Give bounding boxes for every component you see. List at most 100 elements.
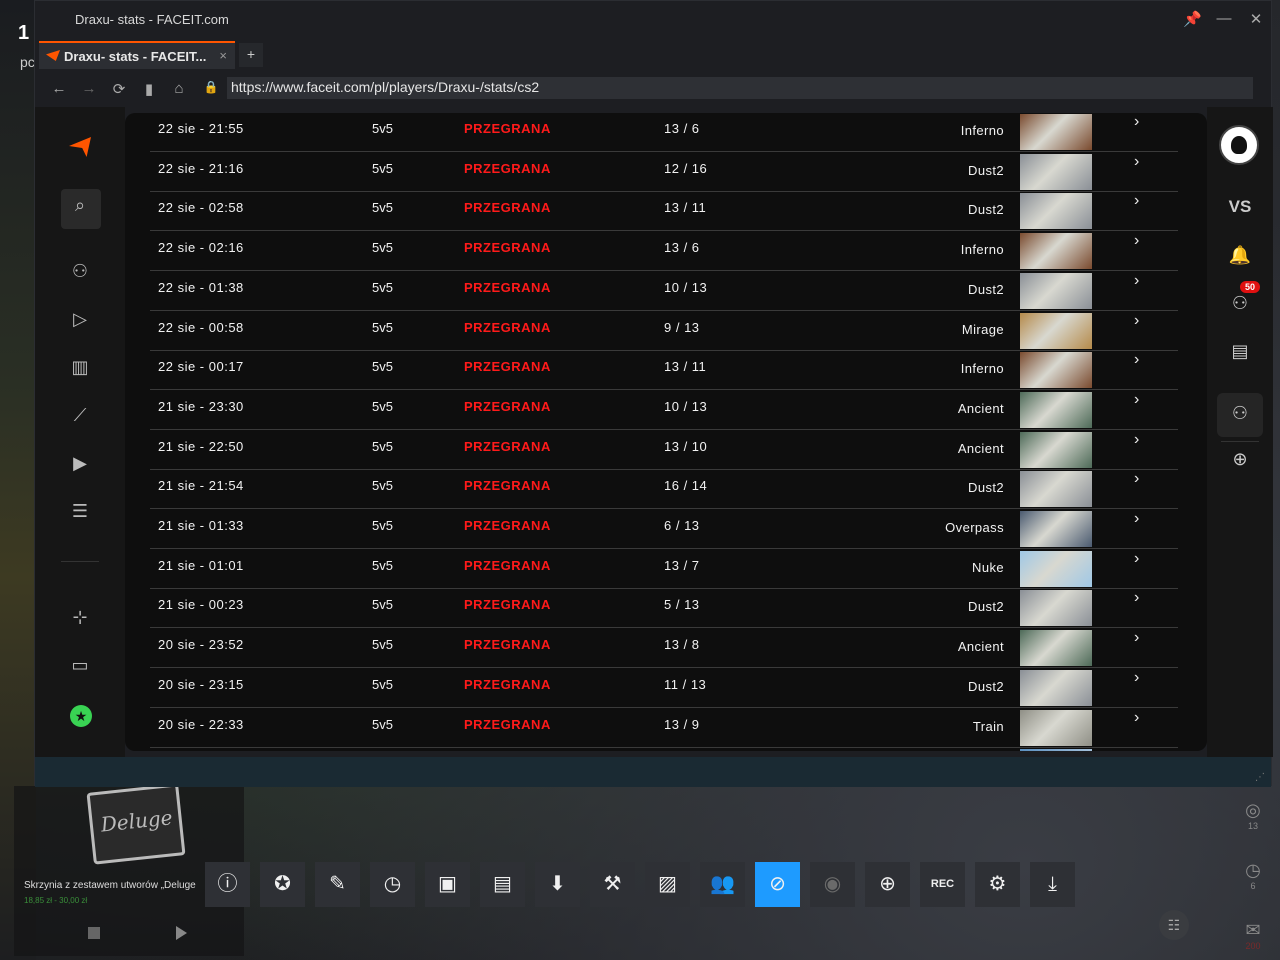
table-row[interactable]: 22 sie - 02:58 5v5 PRZEGRANA 13 / 11 Dust2 › <box>150 192 1178 231</box>
settings-tools-icon[interactable]: ⚒ <box>590 862 635 907</box>
faceit-right-sidebar: VS 🔔 ⚇ 50 ▤ ⚇ ⊕ <box>1207 107 1273 757</box>
forward-icon[interactable]: → <box>79 80 99 97</box>
info-icon[interactable]: ⓘ <box>205 862 250 907</box>
achievements-icon[interactable]: ✪ <box>260 862 305 907</box>
shop-icon[interactable]: ▭ <box>60 655 100 683</box>
video-icon[interactable]: ▶ <box>60 453 100 481</box>
party-icon[interactable]: ⚇ <box>1220 403 1260 424</box>
minimize-icon[interactable]: — <box>1215 10 1233 27</box>
table-row[interactable]: 22 sie - 00:58 5v5 PRZEGRANA 9 / 13 Mirage › <box>150 312 1178 351</box>
media-controls[interactable] <box>88 926 188 940</box>
match-map: Dust2 <box>968 282 1004 297</box>
table-row[interactable]: 21 sie - 01:01 5v5 PRZEGRANA 13 / 7 Nuke › <box>150 550 1178 589</box>
match-result: PRZEGRANA <box>464 280 551 295</box>
record-icon[interactable]: REC <box>920 862 965 907</box>
settings-icon[interactable]: ⚙ <box>975 862 1020 907</box>
tab-faceit-stats[interactable]: Draxu- stats - FACEIT... × <box>39 41 235 69</box>
pin-icon[interactable]: 📌 <box>1183 10 1202 28</box>
chevron-right-icon[interactable]: › <box>1134 470 1139 488</box>
address-bar[interactable]: https://www.faceit.com/pl/players/Draxu-… <box>227 77 1253 99</box>
controller-icon[interactable]: ◉ <box>810 862 855 907</box>
play-icon[interactable]: ▷ <box>60 309 100 337</box>
reload-icon[interactable]: ⟳ <box>109 80 129 98</box>
friends-icon[interactable]: ⚇ <box>1220 293 1260 314</box>
table-row[interactable]: 20 sie - 23:15 5v5 PRZEGRANA 11 / 13 Dust2 › <box>150 669 1178 708</box>
new-tab-button[interactable]: + <box>239 43 263 67</box>
chevron-right-icon[interactable]: › <box>1134 153 1139 171</box>
vs-button[interactable]: VS <box>1207 197 1273 217</box>
chevron-right-icon[interactable]: › <box>1134 312 1139 330</box>
table-row[interactable]: 22 sie - 01:38 5v5 PRZEGRANA 10 / 13 Dust2 › <box>150 272 1178 311</box>
screenshots-icon[interactable]: ▨ <box>645 862 690 907</box>
minimize-icon[interactable]: ⤓ <box>1030 862 1075 907</box>
table-row[interactable]: 22 sie - 21:55 5v5 PRZEGRANA 13 / 6 Inferno › <box>150 113 1178 152</box>
chevron-right-icon[interactable]: › <box>1134 629 1139 647</box>
back-icon[interactable]: ← <box>49 80 69 97</box>
download-icon[interactable]: ⬇ <box>535 862 580 907</box>
match-date: 21 sie - 21:54 <box>158 478 244 493</box>
table-row[interactable]: 21 sie - 00:23 5v5 PRZEGRANA 5 / 13 Dust2 › <box>150 589 1178 628</box>
table-row[interactable]: 21 sie - 23:30 5v5 PRZEGRANA 10 / 13 Ancient… <box>150 391 1178 430</box>
home-icon[interactable]: ⌂ <box>169 80 189 97</box>
history-widget[interactable]: ◷ 6 <box>1226 860 1280 892</box>
chevron-right-icon[interactable]: › <box>1134 431 1139 449</box>
avatar[interactable] <box>1219 125 1259 165</box>
match-date: 20 sie - 23:52 <box>158 637 244 652</box>
table-row[interactable]: 21 sie - 21:54 5v5 PRZEGRANA 16 / 14 Dust2 › <box>150 470 1178 509</box>
guide-icon[interactable]: ▣ <box>425 862 470 907</box>
match-result: PRZEGRANA <box>464 439 551 454</box>
filter-icon[interactable]: ☷ <box>1159 910 1189 940</box>
broadcast-widget[interactable]: ◎ 13 <box>1226 800 1280 832</box>
chevron-right-icon[interactable]: › <box>1134 192 1139 210</box>
chat-icon[interactable]: ▤ <box>480 862 525 907</box>
notifications-icon[interactable]: 🔔 <box>1220 245 1260 266</box>
web-icon[interactable]: ⊕ <box>865 862 910 907</box>
stop-icon[interactable] <box>88 927 100 939</box>
map-thumbnail <box>1020 154 1092 190</box>
match-score: 9 / 13 <box>664 320 700 335</box>
play-icon[interactable] <box>176 926 187 940</box>
chevron-right-icon[interactable]: › <box>1134 550 1139 568</box>
match-score: 13 / 10 <box>664 439 708 454</box>
find-players-icon[interactable]: ⚇ <box>60 261 100 289</box>
list-icon[interactable]: ☰ <box>60 501 100 529</box>
table-row[interactable]: 20 sie - 23:52 5v5 PRZEGRANA 13 / 8 Ancient › <box>150 629 1178 668</box>
chevron-right-icon[interactable]: › <box>1134 589 1139 607</box>
chevron-right-icon[interactable]: › <box>1134 272 1139 290</box>
tab-close-icon[interactable]: × <box>219 48 227 63</box>
table-row[interactable]: 22 sie - 02:16 5v5 PRZEGRANA 13 / 6 Inferno › <box>150 232 1178 271</box>
table-row[interactable]: 21 sie - 22:50 5v5 PRZEGRANA 13 / 10 Ancient… <box>150 431 1178 470</box>
chevron-right-icon[interactable]: › <box>1134 669 1139 687</box>
expand-icon[interactable]: ⊹ <box>60 607 100 635</box>
edit-icon[interactable]: ✎ <box>315 862 360 907</box>
chevron-right-icon[interactable]: › <box>1134 351 1139 369</box>
add-icon[interactable]: ⊕ <box>1220 449 1260 470</box>
chat-icon[interactable]: ▤ <box>1220 341 1260 362</box>
match-map: Dust2 <box>968 202 1004 217</box>
table-row[interactable]: 20 sie - 22:33 5v5 PRZEGRANA 13 / 9 Train › <box>150 709 1178 748</box>
chevron-right-icon[interactable]: › <box>1134 391 1139 409</box>
search-icon[interactable]: ⌕ <box>60 195 100 223</box>
premium-star-icon[interactable]: ★ <box>70 705 92 727</box>
chevron-right-icon[interactable]: › <box>1134 510 1139 528</box>
bookmark-icon[interactable]: ▮ <box>139 80 159 98</box>
stats-icon[interactable]: ⟋ <box>60 405 100 433</box>
table-row[interactable]: 22 sie - 21:16 5v5 PRZEGRANA 12 / 16 Dust2 › <box>150 153 1178 192</box>
resize-grip-icon[interactable]: ⋰ <box>1255 772 1265 783</box>
match-map: Dust2 <box>968 599 1004 614</box>
faceit-logo-icon[interactable] <box>69 137 91 157</box>
table-row[interactable]: 21 sie - 01:33 5v5 PRZEGRANA 6 / 13 Overpass… <box>150 510 1178 549</box>
match-result: PRZEGRANA <box>464 518 551 533</box>
mail-widget[interactable]: ✉ 200 <box>1226 920 1280 952</box>
friends-icon[interactable]: 👥 <box>700 862 745 907</box>
chevron-right-icon[interactable]: › <box>1134 232 1139 250</box>
chevron-right-icon[interactable]: › <box>1134 113 1139 131</box>
chevron-right-icon[interactable]: › <box>1134 709 1139 727</box>
close-icon[interactable]: ✕ <box>1247 10 1265 28</box>
leaderboard-icon[interactable]: ▥ <box>60 357 100 385</box>
table-row[interactable]: 22 sie - 00:17 5v5 PRZEGRANA 13 / 11 Inferno… <box>150 351 1178 390</box>
match-result: PRZEGRANA <box>464 637 551 652</box>
browser-icon[interactable]: ⊘ <box>755 862 800 907</box>
history-icon[interactable]: ◷ <box>370 862 415 907</box>
match-map: Dust2 <box>968 163 1004 178</box>
